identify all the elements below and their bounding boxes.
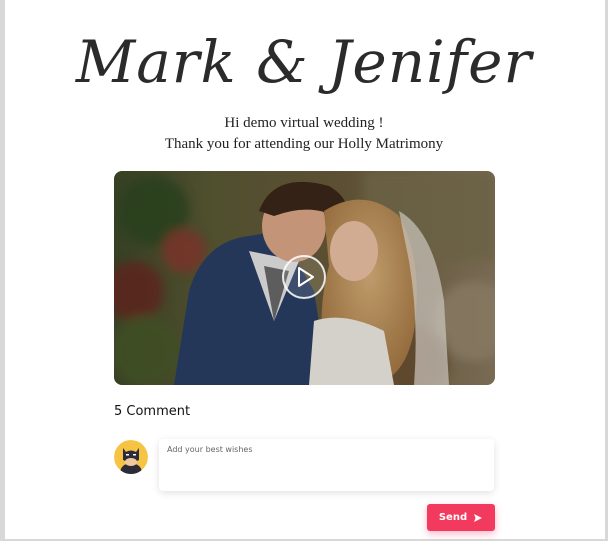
user-avatar bbox=[114, 440, 148, 474]
play-icon bbox=[298, 267, 314, 287]
send-button-label: Send bbox=[438, 512, 468, 523]
comment-input[interactable] bbox=[159, 439, 494, 491]
play-button[interactable] bbox=[282, 255, 326, 299]
send-arrow-icon bbox=[474, 513, 483, 522]
send-button[interactable]: Send bbox=[427, 504, 495, 531]
comment-count: 5 Comment bbox=[114, 404, 191, 419]
greeting-line-1: Hi demo virtual wedding ! bbox=[224, 115, 384, 131]
batman-avatar-icon bbox=[114, 440, 148, 474]
couple-names-title: Mark & Jenifer bbox=[75, 28, 533, 96]
wedding-video-player[interactable] bbox=[114, 171, 495, 385]
greeting-line-2: Thank you for attending our Holly Matrim… bbox=[164, 136, 444, 152]
